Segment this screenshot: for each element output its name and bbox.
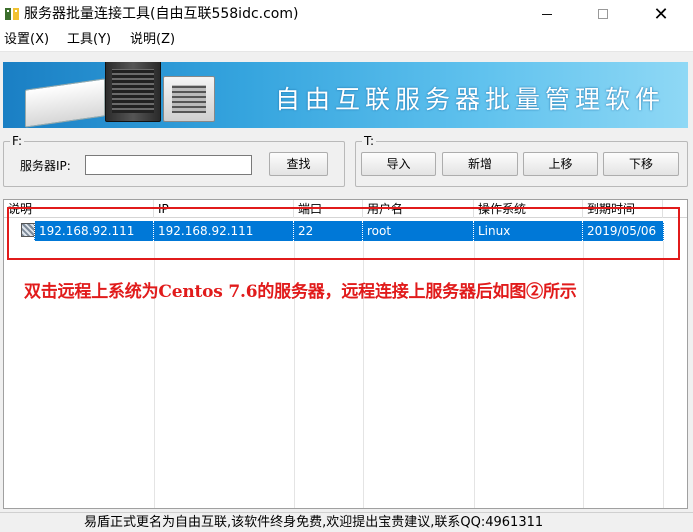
minimize-button[interactable] <box>524 0 570 28</box>
server-ip-label: 服务器IP: <box>20 159 71 173</box>
menu-bar: 设置(X) 工具(Y) 说明(Z) <box>0 28 693 52</box>
maximize-icon <box>598 9 608 19</box>
banner-title: 自由互联服务器批量管理软件 <box>275 85 666 114</box>
status-bar: 易盾正式更名为自由互联,该软件终身免费,欢迎提出宝贵建议,联系QQ:496131… <box>0 512 693 532</box>
title-bar[interactable]: 服务器批量连接工具(自由互联558idc.com) ✕ <box>0 0 693 28</box>
server-image <box>105 62 161 122</box>
server-image <box>25 78 105 128</box>
annotation-text: 双击远程上系统为Centos 7.6的服务器，远程连接上服务器后如图②所示 <box>24 282 577 302</box>
close-button[interactable]: ✕ <box>638 0 684 28</box>
annotation-highlight-box <box>7 207 680 260</box>
server-image <box>163 76 215 122</box>
add-button[interactable]: 新增 <box>442 152 518 176</box>
window-title: 服务器批量连接工具(自由互联558idc.com) <box>24 6 299 22</box>
maximize-button[interactable] <box>580 0 626 28</box>
column-divider <box>583 241 584 508</box>
close-icon: ✕ <box>653 3 669 25</box>
menu-tools[interactable]: 工具(Y) <box>67 32 111 48</box>
search-group-label: F: <box>10 134 25 148</box>
tools-group-label: T: <box>362 134 377 148</box>
menu-settings[interactable]: 设置(X) <box>4 32 49 48</box>
tools-group: T: 导入 新增 上移 下移 <box>355 134 688 187</box>
menu-help[interactable]: 说明(Z) <box>130 32 175 48</box>
app-icon <box>5 8 19 20</box>
search-group: F: 服务器IP: 查找 <box>3 134 345 187</box>
status-text: 易盾正式更名为自由互联,该软件终身免费,欢迎提出宝贵建议,联系QQ:496131… <box>84 515 544 530</box>
move-down-button[interactable]: 下移 <box>603 152 679 176</box>
import-button[interactable]: 导入 <box>361 152 436 176</box>
search-button[interactable]: 查找 <box>269 152 328 176</box>
banner: 自由互联服务器批量管理软件 <box>3 62 688 128</box>
server-ip-input[interactable] <box>85 155 252 175</box>
column-divider <box>663 241 664 508</box>
move-up-button[interactable]: 上移 <box>523 152 598 176</box>
minimize-icon <box>542 13 552 15</box>
